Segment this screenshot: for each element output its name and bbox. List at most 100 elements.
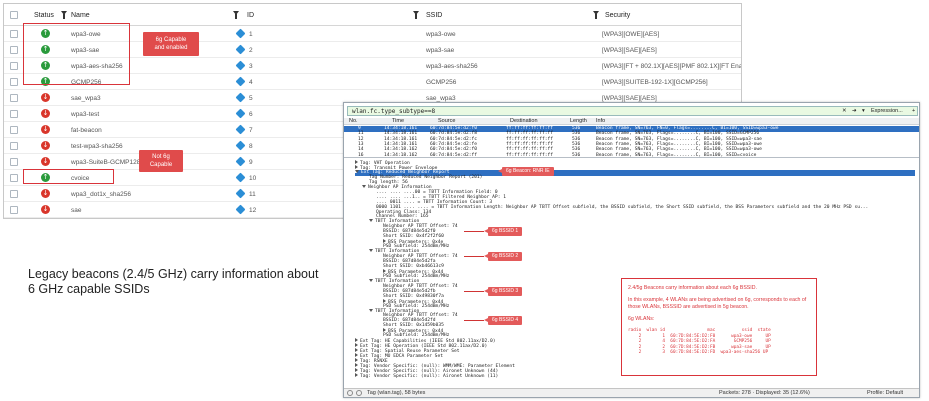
id-tag-icon [235,124,246,135]
id-tag-icon [235,92,246,103]
col-source[interactable]: Source [438,118,455,124]
expand-icon[interactable] [383,239,386,244]
header-security[interactable]: Security [605,12,630,19]
row-checkbox[interactable] [10,190,18,198]
cell-name[interactable]: sae_wpa3 [71,95,101,102]
annotation-note: 2.4/5g Beacons carry information about e… [621,278,817,376]
row-checkbox[interactable] [10,174,18,182]
filter-id-icon[interactable] [413,11,419,19]
filter-status-icon[interactable] [61,11,67,19]
col-length[interactable]: Length [570,118,587,124]
cell-id: 2 [249,47,253,54]
cell-name[interactable]: test-wpa3-sha256 [71,143,123,150]
row-checkbox[interactable] [10,142,18,150]
add-filter-icon[interactable]: + [912,108,915,114]
expand-icon[interactable] [355,372,358,377]
col-no[interactable]: No. [349,118,358,124]
row-checkbox[interactable] [10,30,18,38]
cell-id: 8 [249,143,253,150]
cell-name[interactable]: sae [71,207,81,214]
packet-src: 60:7d:84:5e:d2:f8 [430,131,478,137]
packet-time: 14:34:18.161 [384,131,418,137]
collapse-icon[interactable] [362,184,366,188]
detail-line[interactable]: 0000 1101 .... .... = TBTT Information L… [376,205,868,211]
collapse-icon[interactable] [369,308,373,312]
col-info[interactable]: Info [596,118,605,124]
expand-icon[interactable] [355,348,358,353]
packet-src: 60:7d:84:5e:d2:fc [430,136,478,142]
expand-icon[interactable] [355,164,358,169]
packet-info: Beacon frame, SN=763, Flags=........C, B… [596,147,762,153]
cell-ssid: wpa3-aes-sha256 [426,63,478,70]
expand-icon[interactable] [355,362,358,367]
callout-arrow [464,256,484,258]
packet-src: 60:7d:84:5e:d2:f0 [430,147,478,153]
expert-info-icon[interactable] [347,390,353,396]
expand-icon[interactable] [355,358,358,362]
header-ssid[interactable]: SSID [426,12,442,19]
cell-name[interactable]: wpa3-SuiteB-GCMP128 [71,159,140,166]
select-all-checkbox[interactable] [10,11,18,19]
collapse-icon[interactable] [369,249,373,253]
row-checkbox[interactable] [10,110,18,118]
id-tag-icon [235,172,246,183]
status-down-icon: ↓ [41,141,50,150]
highlight-not-6g [23,169,114,184]
callout-6g-capable: 6g Capable and enabled [143,32,199,56]
callout-arrow [464,290,484,292]
row-checkbox[interactable] [10,62,18,70]
cell-id: 9 [249,159,253,166]
filter-clear-icon[interactable]: ✕ [842,108,847,114]
display-filter-input[interactable]: wlan.fc.type_subtype==8 [352,108,435,115]
expand-icon[interactable] [355,367,358,372]
packet-src: 60:7d:84:5e:d2:ff [430,152,478,158]
packet-time: 14:34:18.162 [384,147,418,153]
packet-info: Beacon frame, SN=763, Flags=........C, B… [596,131,760,137]
packet-no: 14 [358,147,364,153]
header-name[interactable]: Name [71,12,90,19]
row-checkbox[interactable] [10,206,18,214]
filter-apply-icon[interactable]: ➜ [852,108,857,114]
col-destination[interactable]: Destination [510,118,538,124]
packet-row[interactable]: 16 14:34:18.162 60:7d:84:5e:d2:ff ff:ff:ff:… [344,153,919,159]
status-down-icon: ↓ [41,109,50,118]
cell-name[interactable]: fat-beacon [71,127,102,134]
cell-name[interactable]: wpa3-test [71,111,99,118]
col-time[interactable]: Time [392,118,404,124]
note-line1: 2.4/5g Beacons carry information about e… [628,285,757,291]
display-filter-bar[interactable]: wlan.fc.type_subtype==8 ✕ ➜ ▾ Expression… [347,106,918,116]
header-id[interactable]: ID [247,12,254,19]
expand-icon[interactable] [355,160,358,164]
collapse-icon[interactable] [369,219,373,223]
cell-name[interactable]: wpa3_dot1x_sha256 [71,191,131,198]
filter-name-icon[interactable] [233,11,239,19]
row-checkbox[interactable] [10,126,18,134]
collapse-icon[interactable] [355,169,359,173]
cell-ssid: wpa3-owe [426,31,456,38]
expand-icon[interactable] [383,298,386,303]
expand-icon[interactable] [355,338,358,343]
id-tag-icon [235,60,246,71]
expand-icon[interactable] [383,328,386,333]
capture-status-icon[interactable] [356,390,362,396]
packet-no: 16 [358,152,364,158]
detail-line[interactable]: Tag: Vendor Specific: (null): Aironet Un… [355,372,498,379]
expand-icon[interactable] [383,268,386,273]
header-status[interactable]: Status [34,12,54,19]
packet-dst: ff:ff:ff:ff:ff:ff [506,147,554,153]
row-checkbox[interactable] [10,46,18,54]
filter-dropdown-icon[interactable]: ▾ [862,108,865,114]
filter-ssid-icon[interactable] [593,11,599,19]
row-checkbox[interactable] [10,78,18,86]
expand-icon[interactable] [355,343,358,348]
packet-time: 14:34:18.161 [384,136,418,142]
packet-len: 536 [572,147,581,153]
row-checkbox[interactable] [10,94,18,102]
id-tag-icon [235,108,246,119]
expression-button[interactable]: Expression... [871,108,903,114]
status-profile[interactable]: Profile: Default [867,390,903,396]
expand-icon[interactable] [355,353,358,358]
collapse-icon[interactable] [369,278,373,282]
row-checkbox[interactable] [10,158,18,166]
callout-not-6g: Not 6g Capable [139,150,183,172]
